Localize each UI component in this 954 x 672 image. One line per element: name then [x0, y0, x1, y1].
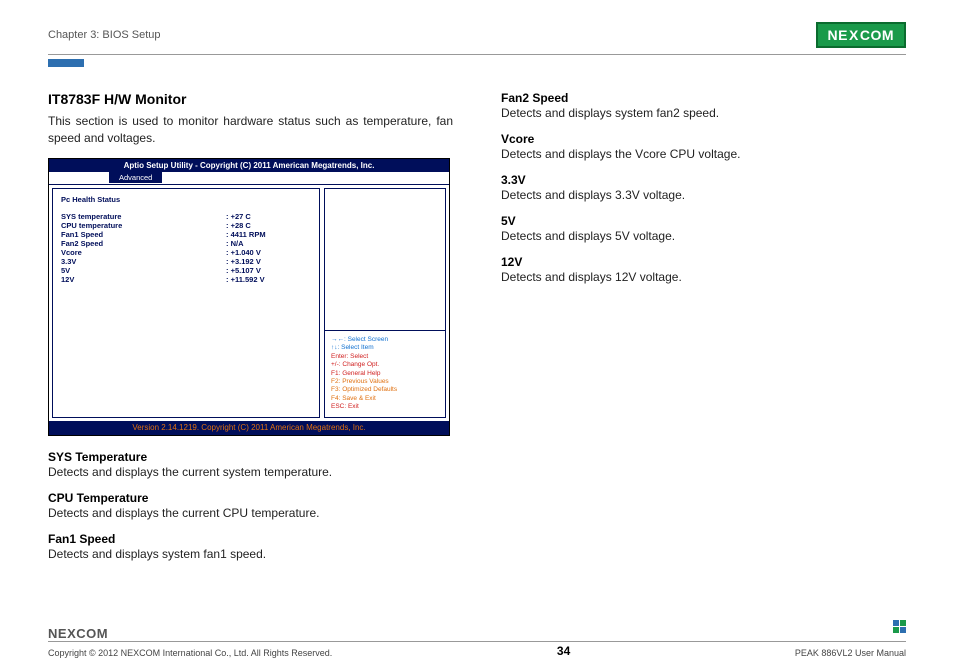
brand-x-icon: X — [848, 27, 860, 43]
bios-help-line: ↑↓: Select Item — [331, 344, 439, 352]
bios-hw-key: CPU temperature — [61, 221, 226, 230]
bios-status-title: Pc Health Status — [61, 195, 311, 204]
bios-hw-value: : +1.040 V — [226, 248, 261, 257]
brand-foot-x-icon: X — [67, 626, 76, 641]
footer-rule — [48, 641, 906, 642]
definition-desc: Detects and displays the Vcore CPU volta… — [501, 147, 906, 161]
brand-logo-footer: NEXCOM — [48, 626, 108, 641]
section-title: IT8783F H/W Monitor — [48, 91, 453, 107]
bios-hw-key: Fan1 Speed — [61, 230, 226, 239]
bios-help-line: +/-: Change Opt. — [331, 361, 439, 369]
bios-right-pane: →←: Select Screen↑↓: Select ItemEnter: S… — [324, 188, 446, 418]
bios-hw-value: : N/A — [226, 239, 244, 248]
footer-copyright: Copyright © 2012 NEXCOM International Co… — [48, 648, 332, 658]
bios-hw-row: CPU temperature: +28 C — [61, 221, 311, 230]
bios-hw-row: 12V: +11.592 V — [61, 275, 311, 284]
bios-tab-row: Advanced — [49, 172, 449, 184]
bios-hw-value: : +3.192 V — [226, 257, 261, 266]
bios-hw-key: Fan2 Speed — [61, 239, 226, 248]
bios-help-line: F3: Optimized Defaults — [331, 386, 439, 394]
bios-hw-row: Fan1 Speed: 4411 RPM — [61, 230, 311, 239]
bios-screenshot: Aptio Setup Utility - Copyright (C) 2011… — [48, 158, 450, 436]
chapter-label: Chapter 3: BIOS Setup — [48, 29, 161, 41]
footer-manual: PEAK 886VL2 User Manual — [795, 648, 906, 658]
bios-hw-row: 3.3V: +3.192 V — [61, 257, 311, 266]
definition-block: VcoreDetects and displays the Vcore CPU … — [501, 132, 906, 161]
bios-help-line: F4: Save & Exit — [331, 395, 439, 403]
brand-foot-pre: NE — [48, 626, 67, 641]
bios-hw-value: : +27 C — [226, 212, 251, 221]
brand-logo-top: NEXCOM — [816, 22, 906, 48]
bios-left-pane: Pc Health Status SYS temperature: +27 CC… — [52, 188, 320, 418]
section-intro: This section is used to monitor hardware… — [48, 113, 453, 148]
bios-hw-value: : 4411 RPM — [226, 230, 266, 239]
bios-help-line: →←: Select Screen — [331, 336, 439, 344]
definition-block: CPU TemperatureDetects and displays the … — [48, 491, 453, 520]
bios-hw-key: Vcore — [61, 248, 226, 257]
bios-tab-advanced: Advanced — [109, 172, 162, 183]
bios-hw-value: : +11.592 V — [226, 275, 265, 284]
definition-desc: Detects and displays system fan1 speed. — [48, 547, 453, 561]
definition-desc: Detects and displays the current CPU tem… — [48, 506, 453, 520]
bios-version-footer: Version 2.14.1219. Copyright (C) 2011 Am… — [49, 421, 449, 435]
bios-hw-key: SYS temperature — [61, 212, 226, 221]
definition-desc: Detects and displays system fan2 speed. — [501, 106, 906, 120]
definition-block: Fan2 SpeedDetects and displays system fa… — [501, 91, 906, 120]
bios-hw-key: 3.3V — [61, 257, 226, 266]
definition-desc: Detects and displays 5V voltage. — [501, 229, 906, 243]
definition-block: 3.3VDetects and displays 3.3V voltage. — [501, 173, 906, 202]
bios-help-line: ESC: Exit — [331, 403, 439, 411]
page-number: 34 — [557, 644, 570, 658]
definition-desc: Detects and displays the current system … — [48, 465, 453, 479]
definition-term: Vcore — [501, 132, 906, 146]
accent-bar — [48, 59, 84, 67]
bios-help-line: F2: Previous Values — [331, 378, 439, 386]
definition-term: 5V — [501, 214, 906, 228]
definition-block: SYS TemperatureDetects and displays the … — [48, 450, 453, 479]
bios-hw-row: Vcore: +1.040 V — [61, 248, 311, 257]
bios-help-line: Enter: Select — [331, 353, 439, 361]
definition-term: 3.3V — [501, 173, 906, 187]
header-rule — [48, 54, 906, 55]
bios-hw-key: 5V — [61, 266, 226, 275]
definition-term: Fan2 Speed — [501, 91, 906, 105]
bios-hw-row: Fan2 Speed: N/A — [61, 239, 311, 248]
bios-title-bar: Aptio Setup Utility - Copyright (C) 2011… — [49, 159, 449, 172]
definition-term: 12V — [501, 255, 906, 269]
definition-term: CPU Temperature — [48, 491, 453, 505]
definition-block: 5VDetects and displays 5V voltage. — [501, 214, 906, 243]
definition-block: 12VDetects and displays 12V voltage. — [501, 255, 906, 284]
bios-hw-key: 12V — [61, 275, 226, 284]
definition-desc: Detects and displays 3.3V voltage. — [501, 188, 906, 202]
bios-hw-row: SYS temperature: +27 C — [61, 212, 311, 221]
definition-term: SYS Temperature — [48, 450, 453, 464]
definition-block: Fan1 SpeedDetects and displays system fa… — [48, 532, 453, 561]
definition-term: Fan1 Speed — [48, 532, 453, 546]
bios-help-keys: →←: Select Screen↑↓: Select ItemEnter: S… — [325, 330, 445, 417]
bios-help-line: F1: General Help — [331, 370, 439, 378]
brand-post: COM — [860, 27, 894, 43]
bios-hw-row: 5V: +5.107 V — [61, 266, 311, 275]
bios-hw-value: : +5.107 V — [226, 266, 261, 275]
definition-desc: Detects and displays 12V voltage. — [501, 270, 906, 284]
brand-foot-post: COM — [76, 626, 108, 641]
bios-hw-value: : +28 C — [226, 221, 251, 230]
brand-pre: NE — [828, 27, 848, 43]
footer-squares-icon — [893, 620, 906, 633]
